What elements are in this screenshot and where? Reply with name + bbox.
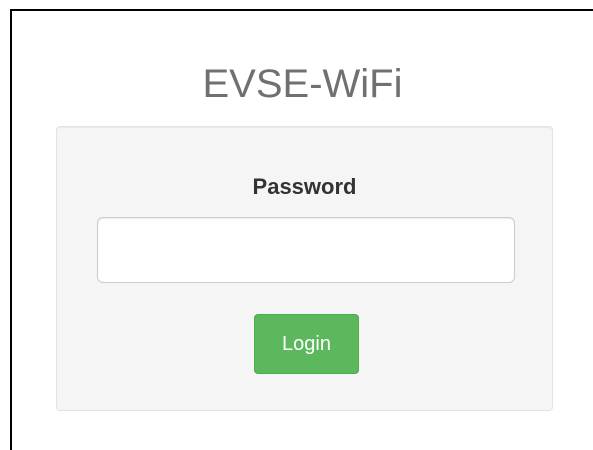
page-title: EVSE-WiFi bbox=[202, 62, 403, 106]
login-button[interactable]: Login bbox=[254, 314, 359, 374]
password-label: Password bbox=[252, 174, 357, 199]
login-panel: Password Login bbox=[56, 126, 553, 411]
frame-border-top bbox=[10, 9, 593, 11]
password-input[interactable] bbox=[97, 217, 515, 283]
login-page: EVSE-WiFi Password Login bbox=[0, 0, 593, 450]
